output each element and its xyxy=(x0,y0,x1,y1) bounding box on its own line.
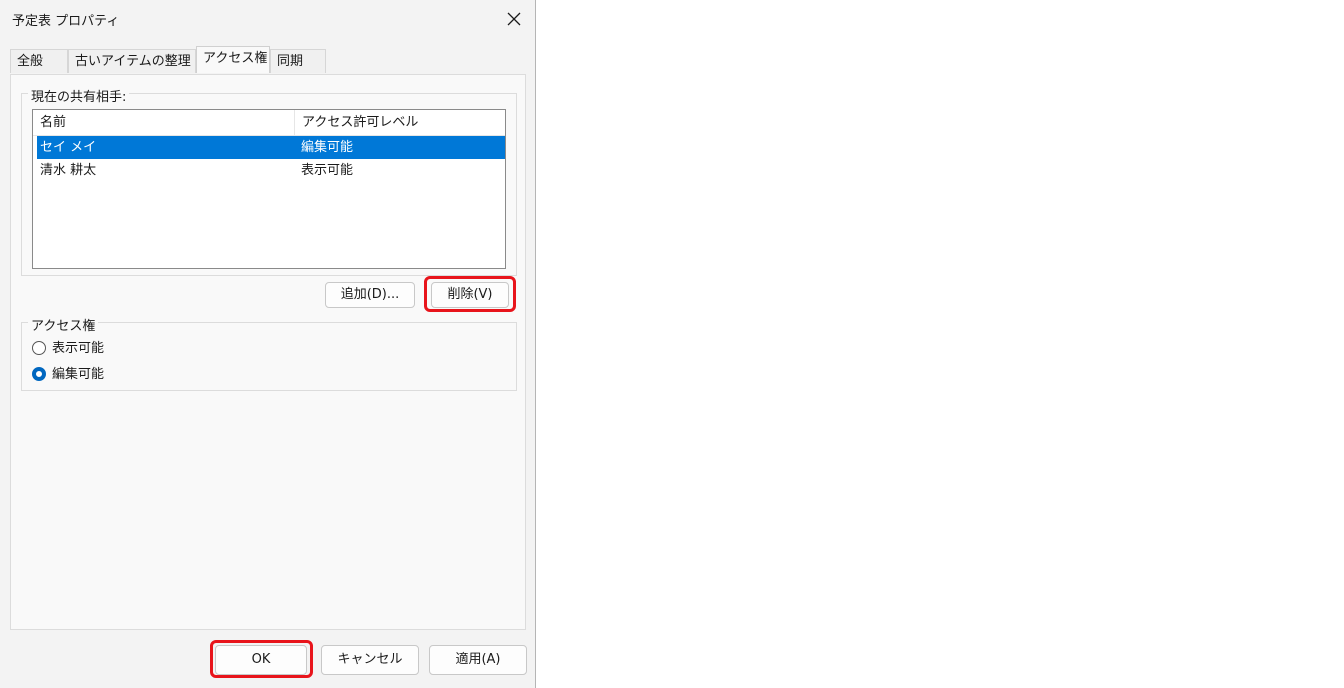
shared-users-list[interactable]: 名前 アクセス許可レベル セイ メイ 編集可能 清水 耕太 表示可能 xyxy=(32,109,506,269)
window-title: 予定表 プロパティ xyxy=(12,14,120,29)
access-level-group: アクセス権 表示可能 編集可能 xyxy=(21,315,517,391)
shared-with-group: 現在の共有相手: 名前 アクセス許可レベル セイ メイ 編集可能 清水 耕太 表… xyxy=(21,86,517,276)
row-name: 清水 耕太 xyxy=(40,163,97,178)
properties-dialog: 予定表 プロパティ 全般 古いアイテムの整理 アクセス権 同期 現在の共有相手:… xyxy=(0,0,536,688)
ok-button[interactable]: OK xyxy=(215,645,307,675)
tab-sync[interactable]: 同期 xyxy=(270,49,326,73)
add-button[interactable]: 追加(D)... xyxy=(325,282,415,308)
tab-strip: 全般 古いアイテムの整理 アクセス権 同期 xyxy=(10,46,530,75)
row-permission: 編集可能 xyxy=(301,140,354,155)
radio-label: 表示可能 xyxy=(52,341,105,356)
tab-auto-archive[interactable]: 古いアイテムの整理 xyxy=(68,49,196,73)
access-level-label: アクセス権 xyxy=(28,315,99,334)
row-name: セイ メイ xyxy=(40,140,97,155)
title-bar: 予定表 プロパティ xyxy=(0,0,536,38)
tab-general[interactable]: 全般 xyxy=(10,49,68,73)
shared-with-label: 現在の共有相手: xyxy=(28,86,130,105)
apply-button[interactable]: 適用(A) xyxy=(429,645,527,675)
row-permission: 表示可能 xyxy=(301,163,354,178)
remove-button[interactable]: 削除(V) xyxy=(431,282,509,308)
close-button[interactable] xyxy=(497,4,531,34)
close-icon xyxy=(507,12,521,26)
radio-button xyxy=(32,341,46,355)
column-header-name[interactable]: 名前 xyxy=(33,110,295,135)
column-header-permission[interactable]: アクセス許可レベル xyxy=(295,110,505,135)
cancel-button[interactable]: キャンセル xyxy=(321,645,419,675)
radio-button-checked xyxy=(32,367,46,381)
tab-permissions[interactable]: アクセス権 xyxy=(196,46,270,73)
radio-label: 編集可能 xyxy=(52,367,105,382)
list-header: 名前 アクセス許可レベル xyxy=(33,110,505,136)
list-row[interactable]: 清水 耕太 表示可能 xyxy=(37,159,505,182)
permissions-panel: 現在の共有相手: 名前 アクセス許可レベル セイ メイ 編集可能 清水 耕太 表… xyxy=(10,74,526,630)
list-row[interactable]: セイ メイ 編集可能 xyxy=(37,136,505,159)
